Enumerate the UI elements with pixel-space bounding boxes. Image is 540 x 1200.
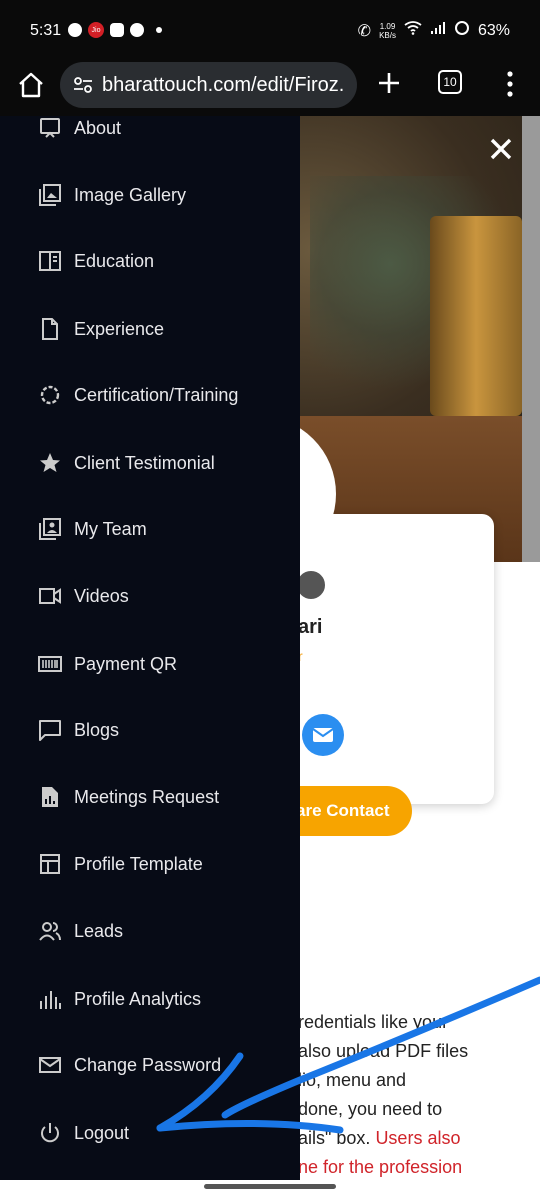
description-line: ails" box. Users also bbox=[298, 1124, 538, 1153]
more-notifications-dot-icon bbox=[156, 27, 162, 33]
tab-switcher-button[interactable]: 10 bbox=[438, 70, 462, 94]
drawer-item-videos[interactable]: Videos bbox=[0, 571, 300, 621]
drawer-item-certification[interactable]: Certification/Training bbox=[0, 370, 300, 420]
power-icon bbox=[37, 1120, 63, 1146]
speed-unit: KB/s bbox=[379, 30, 396, 40]
call-icon: ✆ bbox=[357, 22, 372, 40]
description-fragment: ails" box. bbox=[298, 1128, 371, 1148]
url-text[interactable]: bharattouch.com/edit/Firoz. bbox=[102, 74, 344, 97]
system-nav-bar bbox=[0, 1180, 540, 1200]
leads-icon bbox=[37, 918, 63, 944]
drawer-item-label: Payment QR bbox=[74, 653, 178, 674]
envelope-icon bbox=[312, 728, 334, 742]
drawer-item-label: My Team bbox=[74, 518, 147, 539]
page-scrollbar[interactable] bbox=[522, 116, 540, 562]
drawer-item-label: Education bbox=[74, 250, 155, 271]
drawer-item-profile-analytics[interactable]: Profile Analytics bbox=[0, 974, 300, 1024]
drawer-item-education[interactable]: Education bbox=[0, 236, 300, 286]
drawer-item-label: Profile Analytics bbox=[74, 988, 202, 1009]
mail-icon bbox=[37, 1052, 63, 1078]
experience-icon bbox=[37, 316, 63, 342]
chat-bubble-icon bbox=[68, 23, 82, 37]
new-tab-plus-icon[interactable] bbox=[376, 70, 402, 96]
drawer-item-label: Client Testimonial bbox=[74, 452, 215, 473]
drawer-item-client-testimonial[interactable]: Client Testimonial bbox=[0, 438, 300, 488]
drawer-item-blogs[interactable]: Blogs bbox=[0, 705, 300, 755]
drawer-item-logout[interactable]: Logout bbox=[0, 1108, 300, 1158]
home-icon[interactable] bbox=[16, 70, 46, 100]
drawer-item-label: Profile Template bbox=[74, 853, 203, 874]
drawer-item-payment-qr[interactable]: Payment QR bbox=[0, 639, 300, 689]
site-settings-icon[interactable] bbox=[72, 74, 94, 96]
drawer-item-label: Experience bbox=[74, 318, 165, 339]
overflow-menu-icon[interactable] bbox=[503, 70, 517, 98]
profile-name: ari bbox=[298, 616, 323, 638]
drawer-item-label: Meetings Request bbox=[74, 786, 220, 807]
battery-ring-icon bbox=[454, 20, 470, 41]
close-icon[interactable] bbox=[488, 136, 514, 162]
jio-icon: Jio bbox=[88, 22, 104, 38]
email-button[interactable] bbox=[302, 714, 344, 756]
description-line: also upload PDF files bbox=[298, 1041, 469, 1061]
address-bar[interactable]: bharattouch.com/edit/Firoz. bbox=[60, 62, 357, 108]
drawer-item-meetings-request[interactable]: Meetings Request bbox=[0, 772, 300, 822]
drawer-item-label: Change Password bbox=[74, 1054, 222, 1075]
image-gallery-icon bbox=[37, 182, 63, 208]
description-line: done, you need to bbox=[298, 1099, 443, 1119]
blog-icon bbox=[37, 717, 63, 743]
status-bar: 5:31 Jio ✆ 1.09 KB/s 63% bbox=[0, 0, 540, 60]
signal-icon bbox=[430, 21, 446, 40]
description-highlight: Users also bbox=[375, 1128, 461, 1148]
meetings-icon bbox=[37, 784, 63, 810]
template-icon bbox=[37, 851, 63, 877]
description-line: lio, menu and bbox=[298, 1070, 407, 1090]
description-text: redentials like your also upload PDF fil… bbox=[298, 1008, 538, 1180]
notification-icons: Jio bbox=[68, 22, 162, 38]
instagram-icon bbox=[110, 23, 124, 37]
drawer-item-label: About bbox=[74, 117, 122, 138]
drawer-item-label: Leads bbox=[74, 920, 124, 941]
wifi-icon bbox=[404, 21, 422, 40]
video-icon bbox=[37, 583, 63, 609]
drawer-item-experience[interactable]: Experience bbox=[0, 304, 300, 354]
drawer-item-about[interactable]: About bbox=[0, 103, 300, 153]
drawer-item-label: Videos bbox=[74, 585, 129, 606]
message-icon bbox=[130, 23, 144, 37]
description-line: redentials like your bbox=[298, 1012, 449, 1032]
star-icon bbox=[37, 450, 63, 476]
gesture-handle[interactable] bbox=[204, 1184, 336, 1189]
about-icon bbox=[37, 115, 63, 141]
drawer-item-image-gallery[interactable]: Image Gallery bbox=[0, 170, 300, 220]
team-icon bbox=[37, 516, 63, 542]
education-icon bbox=[37, 248, 63, 274]
drawer-item-label: Blogs bbox=[74, 719, 120, 740]
navigation-drawer: About Image Gallery Education Experience… bbox=[0, 116, 300, 1180]
drawer-item-change-password[interactable]: Change Password bbox=[0, 1040, 300, 1090]
drawer-item-label: Certification/Training bbox=[74, 384, 239, 405]
battery-percent: 63% bbox=[477, 21, 510, 39]
analytics-icon bbox=[37, 986, 63, 1012]
status-right: ✆ 1.09 KB/s 63% bbox=[358, 20, 510, 41]
pot-image bbox=[430, 216, 522, 416]
drawer-item-profile-template[interactable]: Profile Template bbox=[0, 839, 300, 889]
drawer-item-leads[interactable]: Leads bbox=[0, 906, 300, 956]
drawer-item-label: Image Gallery bbox=[74, 184, 187, 205]
network-speed: 1.09 KB/s bbox=[379, 22, 396, 40]
barcode-icon bbox=[37, 651, 63, 677]
drawer-item-label: Logout bbox=[74, 1122, 130, 1143]
description-highlight-line: ne for the profession bbox=[298, 1157, 463, 1177]
drawer-item-my-team[interactable]: My Team bbox=[0, 504, 300, 554]
status-time: 5:31 bbox=[30, 22, 62, 39]
certification-icon bbox=[37, 382, 63, 408]
speed-value: 1.09 bbox=[379, 21, 396, 31]
